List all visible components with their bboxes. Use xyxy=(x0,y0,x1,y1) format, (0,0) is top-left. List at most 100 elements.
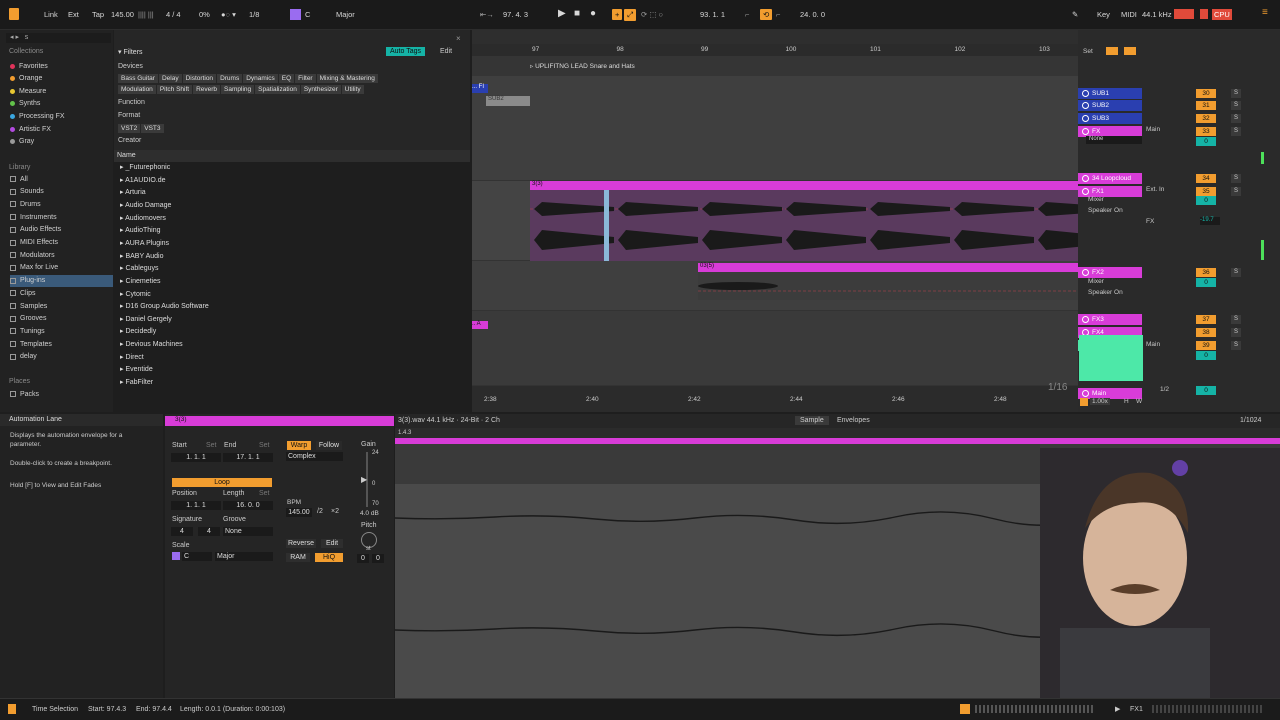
filter-chip[interactable]: Spatialization xyxy=(255,85,300,94)
tempo-field[interactable]: 145.00 xyxy=(111,10,134,19)
track-number[interactable]: 38 xyxy=(1196,328,1216,337)
filter-chip[interactable]: Utility xyxy=(341,85,364,94)
main-half[interactable]: 1/2 xyxy=(1160,386,1169,393)
scale-mode-select[interactable]: Major xyxy=(215,552,273,561)
h-button[interactable]: H xyxy=(1124,398,1129,405)
track-number[interactable]: 31 xyxy=(1196,101,1216,110)
track-activator-icon[interactable] xyxy=(1082,269,1089,276)
bpm-field[interactable]: 145.00 xyxy=(286,508,312,517)
track-number[interactable]: 37 xyxy=(1196,315,1216,324)
fx1-volume[interactable]: -19.7 xyxy=(1200,217,1220,225)
clip-3-3-waveform[interactable] xyxy=(530,190,1118,261)
overdub-icon[interactable]: + xyxy=(612,9,623,20)
fx1-input-ext[interactable]: Ext. In xyxy=(1146,186,1164,193)
loop-switch-icon[interactable]: ⟲ xyxy=(760,9,773,20)
track-number[interactable]: 32 xyxy=(1196,114,1216,123)
creator-label[interactable]: Creator xyxy=(118,137,141,144)
loop-length-field[interactable]: 24. 0. 0 xyxy=(800,10,825,19)
collection-item[interactable]: Gray xyxy=(10,136,113,148)
filter-chip[interactable]: Synthesizer xyxy=(300,85,341,94)
filter-chip[interactable]: Distortion xyxy=(182,74,217,83)
library-item[interactable]: Max for Live xyxy=(10,262,113,274)
gain-value[interactable]: 4.0 dB xyxy=(360,510,379,517)
auto-tags-button[interactable]: Auto Tags xyxy=(386,47,426,56)
solo-button[interactable]: S xyxy=(1231,114,1241,123)
filter-chip[interactable]: EQ xyxy=(278,74,295,83)
list-item[interactable]: ▸ Devious Machines xyxy=(120,339,183,351)
list-item[interactable]: ▸ AURA Plugins xyxy=(120,238,169,250)
w-button[interactable]: W xyxy=(1136,398,1142,405)
automation-arm-icon[interactable]: ⤢ xyxy=(624,9,636,21)
collection-item[interactable]: Artistic FX xyxy=(10,123,113,135)
track-number[interactable]: 33 xyxy=(1196,127,1216,136)
track-activator-icon[interactable] xyxy=(1082,316,1089,323)
follow-icon[interactable]: ⇤→ xyxy=(480,10,494,19)
hiq-button[interactable]: HiQ xyxy=(315,553,343,562)
link-button[interactable]: Link xyxy=(44,10,58,19)
list-item[interactable]: ▸ Decidedly xyxy=(120,326,156,338)
midi-map-button[interactable]: MIDI xyxy=(1121,10,1137,19)
solo-button[interactable]: S xyxy=(1231,127,1241,136)
key-map-button[interactable]: Key xyxy=(1097,10,1110,19)
play-icon[interactable]: ▶ xyxy=(558,8,566,19)
track-activator-icon[interactable] xyxy=(1082,115,1089,122)
tab-sample[interactable]: Sample xyxy=(795,416,829,425)
locator-lane[interactable]: ▹ UPLIFITNG LEAD Snare and Hats xyxy=(472,56,1078,76)
list-item[interactable]: ▸ Direct xyxy=(120,352,144,364)
groove-select[interactable]: None xyxy=(223,527,273,536)
loop-start-field[interactable]: 93. 1. 1 xyxy=(700,10,725,19)
list-item[interactable]: ▸ Cableguys xyxy=(120,263,159,275)
track-activator-icon[interactable] xyxy=(1082,102,1089,109)
locator-marker[interactable]: ▹ UPLIFITNG LEAD Snare and Hats xyxy=(530,62,635,70)
list-item[interactable]: ▸ Daniel Gergely xyxy=(120,314,172,326)
sub-lanes[interactable]: ... FI SUB2 xyxy=(472,76,1078,181)
loop-button[interactable]: Loop xyxy=(172,478,272,487)
filter-chip[interactable]: Bass Guitar xyxy=(118,74,158,83)
play-small-icon[interactable]: ▶ xyxy=(1115,705,1120,713)
track-activator-icon[interactable] xyxy=(1082,128,1089,135)
solo-button[interactable]: S xyxy=(1231,174,1241,183)
fx1-mixer-label[interactable]: Mixer xyxy=(1088,196,1104,203)
length-field[interactable]: 16. 0. 0 xyxy=(223,501,273,510)
track-volume[interactable]: 0 xyxy=(1196,351,1216,360)
library-item[interactable]: Samples xyxy=(10,300,113,312)
end-field[interactable]: 17. 1. 1 xyxy=(223,453,273,462)
overview-icon[interactable] xyxy=(960,704,970,714)
sample-zoom[interactable]: 1/1024 xyxy=(1240,417,1261,424)
fx2-mixer-label[interactable]: Mixer xyxy=(1088,278,1104,285)
stop-icon[interactable]: ■ xyxy=(574,8,580,19)
solo-button[interactable]: S xyxy=(1231,89,1241,98)
list-item[interactable]: ▸ A1AUDIO.de xyxy=(120,175,166,187)
solo-button[interactable]: S xyxy=(1231,341,1241,350)
fx1-speaker-on[interactable]: Speaker On xyxy=(1088,207,1123,214)
fx2-speaker-on[interactable]: Speaker On xyxy=(1088,289,1123,296)
warp-button[interactable]: Warp xyxy=(287,441,311,450)
fx2-lane[interactable]: 03(5) xyxy=(472,261,1078,311)
start-set-button[interactable]: Set xyxy=(206,442,217,449)
list-item[interactable]: ▸ _Futurephonic xyxy=(120,162,170,174)
list-item[interactable]: ▸ Arturia xyxy=(120,187,146,199)
punch-in-icon[interactable]: ⌐ xyxy=(745,10,749,19)
filter-chip[interactable]: Filter xyxy=(295,74,316,83)
list-item[interactable]: ▸ AudioThing xyxy=(120,225,161,237)
gain-slider-handle-icon[interactable]: ▶ xyxy=(361,475,367,484)
end-set-button[interactable]: Set xyxy=(259,442,270,449)
zoom-orange-icon[interactable] xyxy=(1080,398,1088,406)
mixer-track[interactable]: SUB3 xyxy=(1078,113,1142,124)
length-set-button[interactable]: Set xyxy=(259,490,270,497)
collection-item[interactable]: Orange xyxy=(10,73,113,85)
pitch-semitones[interactable]: 0 xyxy=(357,554,369,563)
track-number[interactable]: 39 xyxy=(1196,341,1216,350)
track-volume[interactable]: 0 xyxy=(1196,137,1216,146)
clip-3-3-header[interactable]: 3(3) xyxy=(530,181,1078,190)
filter-chip[interactable]: Drums xyxy=(217,74,243,83)
fx-output-main[interactable]: Main xyxy=(1146,126,1160,133)
filter-chip[interactable]: VST3 xyxy=(141,124,164,133)
fx-input-none[interactable]: None xyxy=(1086,136,1142,144)
set-lock-icon[interactable] xyxy=(1124,47,1136,55)
library-item[interactable]: Audio Effects xyxy=(10,224,113,236)
library-item[interactable]: Modulators xyxy=(10,249,113,261)
search-input[interactable]: ◂ ▸ s xyxy=(6,33,111,43)
name-column-header[interactable]: Name xyxy=(114,150,470,162)
collection-item[interactable]: Favorites xyxy=(10,60,113,72)
